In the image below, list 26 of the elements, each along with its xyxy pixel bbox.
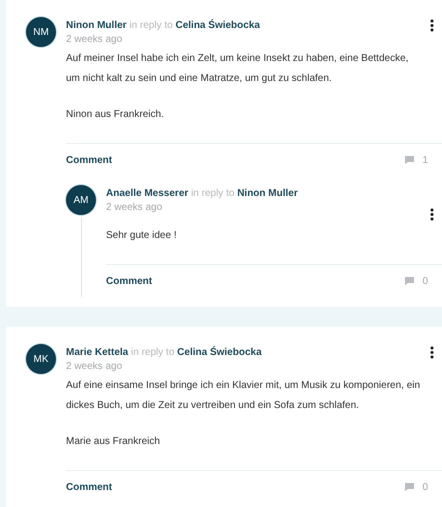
comment-link[interactable]: Comment xyxy=(66,154,112,166)
comment-author-line: Anaelle Messerer in reply to Ninon Muller xyxy=(106,187,298,200)
comment-author-line: Marie Kettela in reply to Celina Świebocka xyxy=(66,346,262,359)
comment-time: 2 weeks ago xyxy=(66,34,124,46)
more-options-icon[interactable] xyxy=(430,346,434,359)
comment-link[interactable]: Comment xyxy=(106,276,152,286)
reply-count: 0 xyxy=(422,482,428,492)
speech-bubble-icon xyxy=(405,277,414,285)
comment-text: Sehr gute idee ! xyxy=(106,229,178,243)
reply-count: 1 xyxy=(422,154,428,166)
more-options-icon[interactable] xyxy=(430,19,434,32)
comment-author-line: Ninon Muller in reply to Celina Świebocka xyxy=(66,19,260,32)
reply-count: 0 xyxy=(422,276,428,286)
user-avatar: NM xyxy=(26,17,56,47)
comment-time: 2 weeks ago xyxy=(106,202,164,214)
comment-time: 2 weeks ago xyxy=(66,361,124,373)
comment-link[interactable]: Comment xyxy=(66,482,112,492)
comment-text: Marie aus Frankreich xyxy=(66,435,161,449)
comment-text: Auf eine einsame Insel bringe ich ein Klavier mit, um Musik zu komponieren, ein dickes Buch, um die Zeit zu vertreiben und ein Sofa zum schlafen. xyxy=(66,379,422,413)
more-options-icon[interactable] xyxy=(430,208,434,221)
comment-text: Ninon aus Frankreich. xyxy=(66,108,165,122)
user-avatar: MK xyxy=(26,344,56,374)
speech-bubble-icon xyxy=(405,483,414,491)
comment-text: Auf meiner Insel habe ich ein Zelt, um keine Insekt zu haben, eine Bettdecke, um nicht kalt zu sein und eine Matratze, um gut zu schlafen. xyxy=(66,52,410,86)
user-avatar: AM xyxy=(66,185,96,215)
speech-bubble-icon xyxy=(405,156,414,164)
